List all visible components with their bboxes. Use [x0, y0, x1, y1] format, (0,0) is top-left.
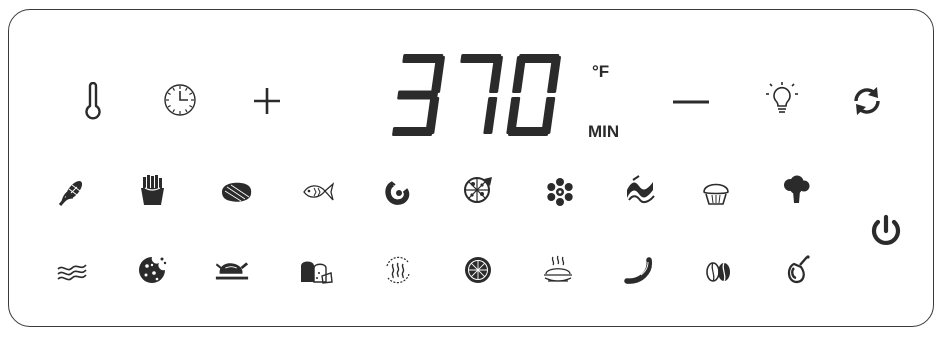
bread-icon: [301, 261, 333, 284]
preset-steak[interactable]: [218, 176, 254, 208]
minus-icon: [673, 100, 709, 104]
preset-dehydrate[interactable]: [460, 254, 496, 286]
corn-icon: [58, 180, 83, 206]
power-icon: [871, 214, 901, 245]
preset-defrost[interactable]: [542, 176, 578, 208]
bacon-wave-icon: [627, 175, 655, 204]
preset-chicken[interactable]: [214, 254, 250, 286]
temperature-unit: °F: [592, 62, 610, 81]
preset-muffin[interactable]: [698, 176, 734, 208]
pizza-icon: [464, 177, 492, 203]
warm-dish-icon: [544, 255, 572, 282]
preset-drumstick[interactable]: [780, 254, 816, 286]
fries-icon: [141, 175, 164, 205]
plus-icon: [254, 88, 280, 114]
decrease-button[interactable]: [672, 94, 710, 110]
thermometer-icon: [85, 82, 101, 120]
sausage-icon: [624, 257, 652, 284]
preset-coffee-beans[interactable]: [700, 256, 736, 288]
preset-pizza[interactable]: [460, 174, 496, 206]
broccoli-icon: [784, 175, 810, 203]
bacon-icon: [57, 264, 87, 281]
segment-7-c: [483, 97, 498, 134]
temperature-button[interactable]: [80, 80, 106, 122]
digital-display: 370: [380, 50, 570, 140]
time-unit: MIN: [588, 122, 620, 141]
increase-button[interactable]: [250, 84, 284, 118]
dehydrate-icon: [465, 257, 491, 283]
rotate-button[interactable]: [848, 82, 886, 120]
chicken-icon: [215, 262, 249, 280]
seven-segment-digits: [392, 54, 561, 136]
preset-bacon-wave[interactable]: [622, 174, 658, 206]
preset-warm[interactable]: [540, 254, 576, 286]
preset-cookie[interactable]: [134, 254, 170, 286]
shrimp-icon: [385, 181, 410, 205]
timer-button[interactable]: [160, 82, 200, 118]
segment-3-d: [392, 127, 433, 136]
rotate-icon: [854, 87, 880, 115]
steak-icon: [222, 182, 252, 202]
light-bulb-icon: [766, 82, 798, 113]
light-button[interactable]: [762, 80, 802, 120]
preset-broccoli[interactable]: [778, 174, 814, 206]
reheat-icon: [386, 256, 410, 284]
defrost-icon: [547, 178, 573, 206]
muffin-icon: [703, 183, 729, 205]
preset-corn[interactable]: [54, 176, 90, 208]
preset-bread[interactable]: [298, 256, 334, 288]
clock-icon: [164, 84, 196, 116]
cookie-icon: [139, 257, 167, 283]
preset-fish[interactable]: [300, 176, 336, 208]
fish-icon: [303, 182, 335, 201]
drumstick-icon: [787, 255, 810, 284]
preset-sausage[interactable]: [620, 254, 656, 286]
preset-bacon[interactable]: [54, 256, 90, 288]
power-button[interactable]: [866, 212, 906, 252]
coffee-beans-icon: [706, 262, 730, 282]
preset-fries[interactable]: [134, 174, 170, 206]
preset-reheat[interactable]: [380, 254, 416, 286]
preset-shrimp[interactable]: [380, 176, 416, 208]
segment-0-f: [512, 56, 526, 93]
